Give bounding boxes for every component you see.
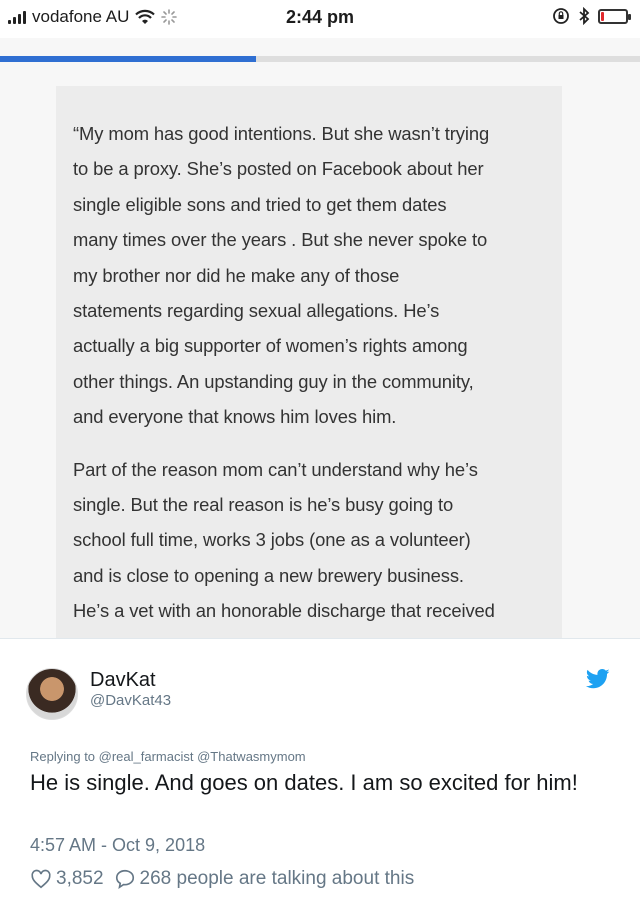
like-count[interactable]: 3,852 <box>56 868 104 890</box>
phone-screenshot: vodafone AU 2:44 pm “My mom has good int… <box>0 0 640 638</box>
status-right <box>552 7 631 25</box>
twitter-bird-icon[interactable] <box>586 669 610 689</box>
battery-icon <box>598 8 631 24</box>
quote-paragraph: “My mom has good intentions. But she was… <box>73 123 490 428</box>
display-name[interactable]: DavKat <box>90 669 156 692</box>
status-bar: vodafone AU 2:44 pm <box>0 0 640 38</box>
conversation-count[interactable]: 268 people are talking about this <box>140 868 415 890</box>
status-time: 2:44 pm <box>285 7 355 27</box>
avatar[interactable] <box>26 668 78 720</box>
reply-bubble-icon[interactable] <box>114 868 136 890</box>
tweet-card: DavKat @DavKat43 Replying to @real_farma… <box>0 638 640 915</box>
page-load-progress-fill <box>0 56 256 62</box>
quote-card: “My mom has good intentions. But she was… <box>56 86 562 638</box>
tweet-stats: 3,852 268 people are talking about this <box>30 868 414 890</box>
tweet-text: He is single. And goes on dates. I am so… <box>30 770 578 795</box>
rotation-lock-icon <box>553 8 569 24</box>
heart-icon[interactable] <box>30 868 52 890</box>
bluetooth-icon <box>579 7 590 25</box>
user-handle[interactable]: @DavKat43 <box>90 692 171 709</box>
quote-paragraph: Part of the reason mom can’t understand … <box>73 458 495 622</box>
page-load-progress <box>0 56 640 62</box>
tweet-timestamp[interactable]: 4:57 AM - Oct 9, 2018 <box>30 835 205 856</box>
replying-to[interactable]: Replying to @real_farmacist @Thatwasmymo… <box>30 749 306 764</box>
